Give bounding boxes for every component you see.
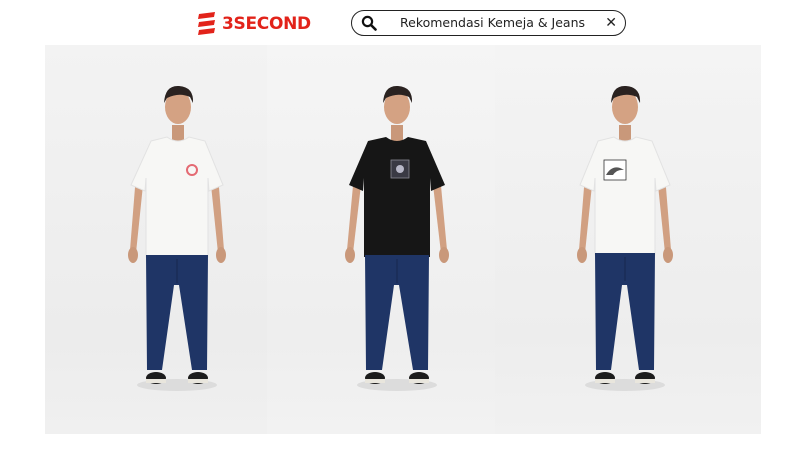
gallery-item[interactable] [267,45,495,434]
brand-logo[interactable]: 3SECOND [196,10,311,38]
header: 3SECOND Rekomendasi Kemeja & Jeans ✕ [0,0,800,45]
model-photo [267,45,495,434]
brand-name: 3SECOND [222,14,311,34]
product-gallery [45,45,761,434]
search-bar[interactable]: Rekomendasi Kemeja & Jeans ✕ [351,10,626,36]
search-icon[interactable] [361,15,377,31]
gallery-item[interactable] [495,45,761,434]
close-icon[interactable]: ✕ [605,15,617,31]
model-photo [495,45,761,434]
brand-stripes-icon [198,12,215,35]
search-input[interactable]: Rekomendasi Kemeja & Jeans [400,15,585,30]
gallery-item[interactable] [45,45,267,434]
model-photo [45,45,267,434]
